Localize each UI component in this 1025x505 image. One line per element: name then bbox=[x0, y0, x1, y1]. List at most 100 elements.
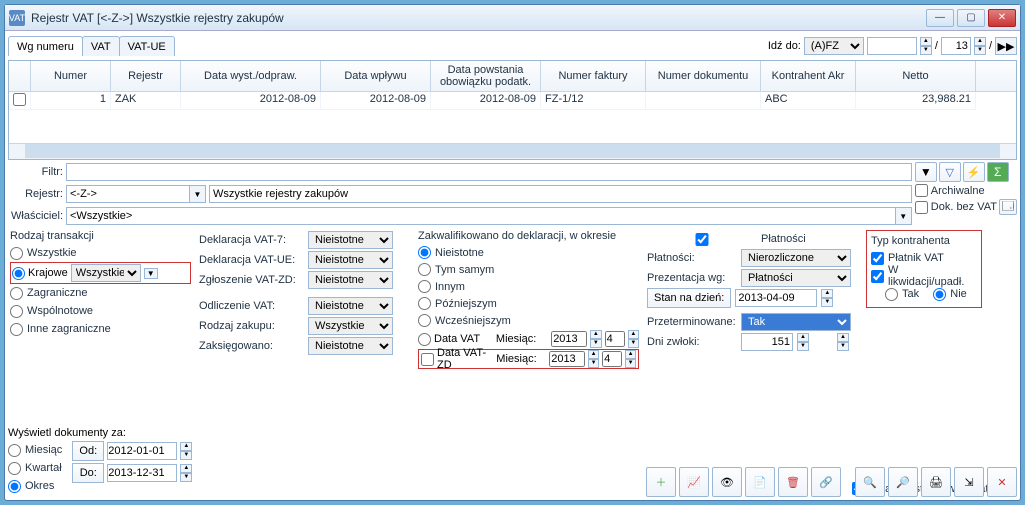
zakw-wczesniej[interactable] bbox=[418, 314, 431, 327]
do-button[interactable]: Do: bbox=[72, 463, 104, 483]
table-row[interactable]: 1 ZAK 2012-08-09 2012-08-09 2012-08-09 F… bbox=[9, 92, 1016, 110]
dokbezvat-checkbox[interactable] bbox=[915, 201, 928, 214]
zakw-m1b[interactable] bbox=[605, 331, 625, 347]
col-numer-faktury[interactable]: Numer faktury bbox=[541, 61, 646, 91]
rodzaj-inne[interactable] bbox=[10, 323, 23, 336]
zakw-legend: Zakwalifikowano do deklaracji, w okresie bbox=[418, 230, 639, 242]
rodzaj-krajowe[interactable] bbox=[12, 267, 25, 280]
export-button[interactable]: ⇲ bbox=[954, 467, 984, 497]
col-data-wplywu[interactable]: Data wpływu bbox=[321, 61, 431, 91]
platnosci-checkbox[interactable] bbox=[647, 233, 757, 246]
zakw-datavat[interactable] bbox=[418, 333, 431, 346]
tab-wg-numeru[interactable]: Wg numeru bbox=[8, 36, 83, 56]
goto-num1[interactable] bbox=[867, 37, 917, 55]
row-checkbox[interactable] bbox=[13, 93, 26, 106]
close-panel-button[interactable]: ✕ bbox=[987, 467, 1017, 497]
rejestr-code[interactable] bbox=[66, 185, 190, 203]
dropdown-icon[interactable]: ▼ bbox=[144, 268, 158, 279]
link-button[interactable]: 🔗 bbox=[811, 467, 841, 497]
dni-input[interactable] bbox=[741, 333, 793, 351]
goto-select[interactable]: (A)FZ bbox=[804, 37, 864, 55]
zakw-innym[interactable] bbox=[418, 280, 431, 293]
filter-dropdown-button[interactable]: ▼ bbox=[915, 162, 937, 182]
zakw-datavatzd-chk[interactable] bbox=[421, 353, 434, 366]
goto-spin1[interactable]: ▲▼ bbox=[920, 37, 932, 55]
wlasciciel-input[interactable] bbox=[66, 207, 896, 225]
zakw-m1[interactable] bbox=[551, 331, 587, 347]
goto-spin2[interactable]: ▲▼ bbox=[974, 37, 986, 55]
goto-num2[interactable] bbox=[941, 37, 971, 55]
minimize-button[interactable]: — bbox=[926, 9, 954, 27]
dropdown-icon[interactable]: ▼ bbox=[896, 207, 912, 225]
add-button[interactable]: ＋ bbox=[646, 467, 676, 497]
tab-vat-ue[interactable]: VAT-UE bbox=[119, 36, 175, 56]
zakw-m2b[interactable] bbox=[602, 351, 622, 367]
col-data-powst[interactable]: Data powstania obowiązku podatk. bbox=[431, 61, 541, 91]
chart-button[interactable]: 📈 bbox=[679, 467, 709, 497]
grid-scrollbar[interactable] bbox=[9, 143, 1016, 159]
sigma-button[interactable]: Σ bbox=[987, 162, 1009, 182]
stan-date[interactable] bbox=[735, 289, 817, 307]
dropdown-icon[interactable]: ▼ bbox=[190, 185, 206, 203]
zakw-pozniej[interactable] bbox=[418, 297, 431, 310]
od-button[interactable]: Od: bbox=[72, 441, 104, 461]
col-numer[interactable]: Numer bbox=[31, 61, 111, 91]
zakw-tymsamym[interactable] bbox=[418, 263, 431, 276]
filtr-input[interactable] bbox=[66, 163, 912, 181]
typk-nie[interactable] bbox=[933, 288, 946, 301]
col-numer-dok[interactable]: Numer dokumentu bbox=[646, 61, 761, 91]
dekl-vat7[interactable]: Nieistotne bbox=[308, 231, 393, 249]
typk-tak[interactable] bbox=[885, 288, 898, 301]
search-button[interactable]: 🔍 bbox=[855, 467, 885, 497]
close-button[interactable]: ✕ bbox=[988, 9, 1016, 27]
likwidacja-checkbox[interactable] bbox=[871, 270, 884, 283]
wyswietl-legend: Wyświetl dokumenty za: bbox=[8, 427, 192, 439]
col-rejestr[interactable]: Rejestr bbox=[111, 61, 181, 91]
wys-okres[interactable] bbox=[8, 480, 21, 493]
rodzaj-zagraniczne[interactable] bbox=[10, 287, 23, 300]
archiwalne-checkbox[interactable] bbox=[915, 184, 928, 197]
rodzaj-wspolnotowe[interactable] bbox=[10, 305, 23, 318]
goto-button[interactable]: ▶▶ bbox=[995, 37, 1017, 55]
do-date[interactable] bbox=[107, 464, 177, 482]
copy-button[interactable]: 📄 bbox=[745, 467, 775, 497]
data-grid[interactable]: Numer Rejestr Data wyst./odpraw. Data wp… bbox=[8, 60, 1017, 160]
maximize-button[interactable]: ▢ bbox=[957, 9, 985, 27]
rodzaj-krajowe-select[interactable]: Wszystkie bbox=[71, 264, 141, 282]
content: Wg numeru VAT VAT-UE Idź do: (A)FZ ▲▼ / … bbox=[5, 31, 1020, 500]
zakw-m2[interactable] bbox=[549, 351, 585, 367]
przeterminowane-select[interactable]: Tak bbox=[741, 313, 851, 331]
platnosci-select[interactable]: Nierozliczone bbox=[741, 249, 851, 267]
delete-button[interactable]: 🗑 bbox=[778, 467, 808, 497]
tabs: Wg numeru VAT VAT-UE bbox=[8, 36, 174, 56]
wlasciciel-label: Właściciel: bbox=[8, 210, 63, 222]
od-date[interactable] bbox=[107, 442, 177, 460]
dekl-vatzd[interactable]: Nieistotne bbox=[308, 271, 393, 289]
goto-group: Idź do: (A)FZ ▲▼ / ▲▼ / ▶▶ bbox=[768, 37, 1017, 55]
show-button[interactable]: 👁 bbox=[712, 467, 742, 497]
search2-button[interactable]: 🔎 bbox=[888, 467, 918, 497]
platnik-checkbox[interactable] bbox=[871, 252, 884, 265]
print-button[interactable]: 🖨 bbox=[921, 467, 951, 497]
col-data-wyst[interactable]: Data wyst./odpraw. bbox=[181, 61, 321, 91]
zakw-nieistotne[interactable] bbox=[418, 246, 431, 259]
wys-miesiac[interactable] bbox=[8, 444, 21, 457]
dekl-odlicz[interactable]: Nieistotne bbox=[308, 297, 393, 315]
dekl-vatue[interactable]: Nieistotne bbox=[308, 251, 393, 269]
rejestr-name[interactable] bbox=[209, 185, 912, 203]
stan-button[interactable]: Stan na dzień: bbox=[647, 288, 731, 308]
app-icon: VAT bbox=[9, 10, 25, 26]
goto-label: Idź do: bbox=[768, 40, 801, 52]
tab-vat[interactable]: VAT bbox=[82, 36, 120, 56]
filter-clear-button[interactable]: ⚡ bbox=[963, 162, 985, 182]
dekl-rodzz[interactable]: Wszystkie bbox=[308, 317, 393, 335]
col-netto[interactable]: Netto bbox=[856, 61, 976, 91]
col-kontrahent[interactable]: Kontrahent Akr bbox=[761, 61, 856, 91]
wys-kwartal[interactable] bbox=[8, 462, 21, 475]
col-checkbox[interactable] bbox=[9, 61, 31, 91]
rodzaj-wszystkie[interactable] bbox=[10, 247, 23, 260]
dekl-zaks[interactable]: Nieistotne bbox=[308, 337, 393, 355]
aux-button[interactable]: 🗔 bbox=[999, 199, 1017, 215]
prezentacja-select[interactable]: Płatności bbox=[741, 269, 851, 287]
filter-funnel-button[interactable]: ▽ bbox=[939, 162, 961, 182]
